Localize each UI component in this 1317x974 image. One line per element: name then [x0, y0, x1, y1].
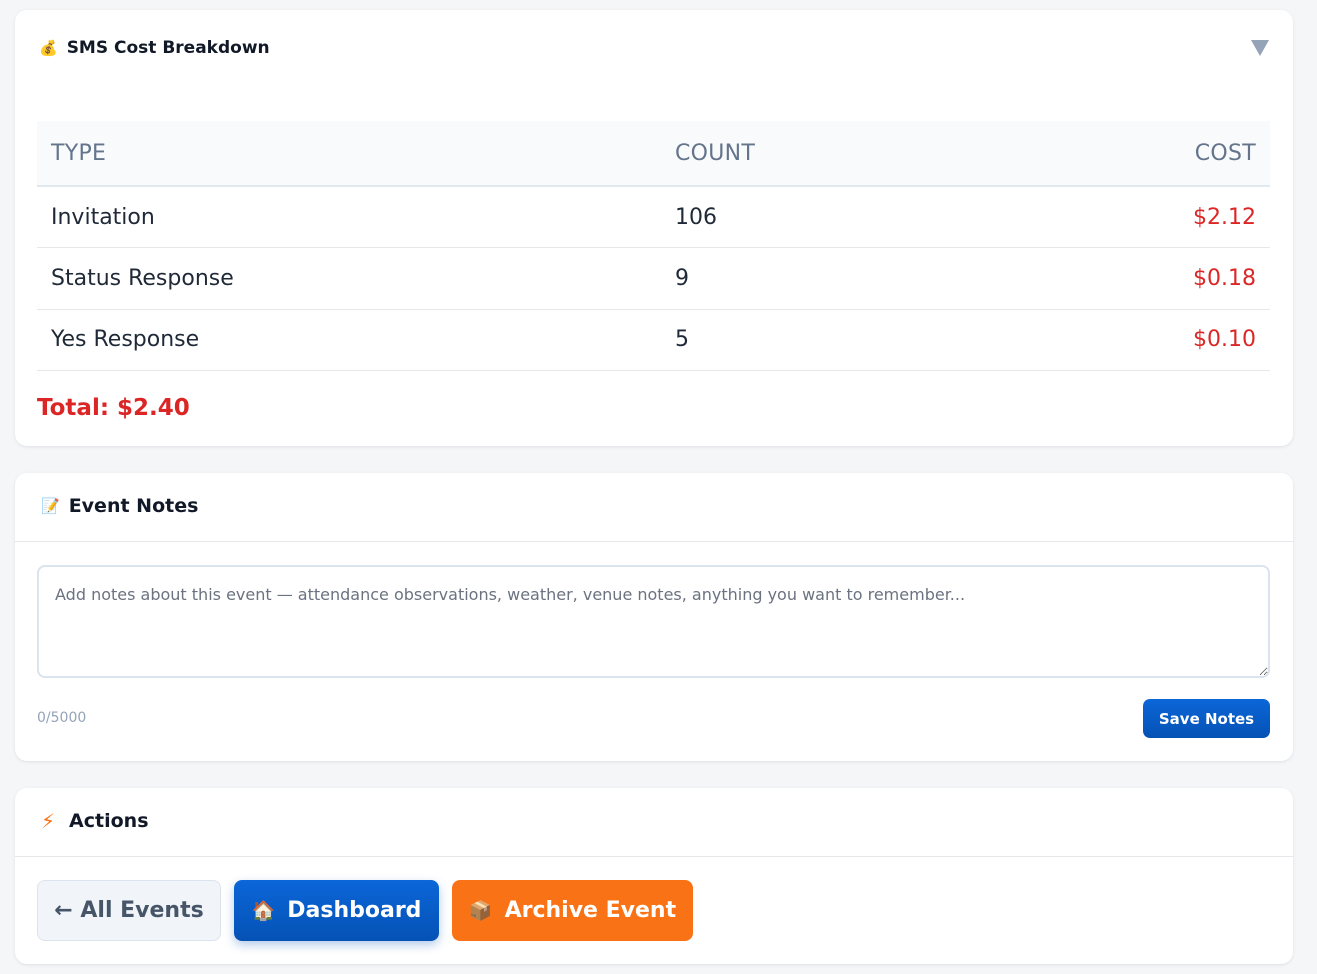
card-title: Event Notes: [68, 495, 199, 517]
all-events-button[interactable]: ← All Events: [37, 880, 221, 941]
cell-cost: $0.18: [977, 247, 1270, 310]
archive-event-label: Archive Event: [504, 898, 677, 923]
house-icon: 🏠: [251, 900, 276, 922]
card-title: SMS Cost Breakdown: [66, 38, 270, 58]
save-notes-button[interactable]: Save Notes: [1143, 699, 1270, 738]
archive-event-button[interactable]: 📦 Archive Event: [452, 880, 693, 941]
cell-count: 106: [675, 186, 978, 248]
table-row: Invitation 106 $2.12: [37, 186, 1270, 248]
money-bag-icon: 💰: [39, 38, 58, 57]
package-icon: 📦: [468, 900, 493, 922]
actions-card: ⚡ Actions ← All Events 🏠 Dashboard 📦 Arc…: [15, 788, 1293, 964]
divider: [15, 856, 1293, 857]
cell-count: 5: [675, 309, 978, 371]
all-events-label: ← All Events: [54, 898, 204, 923]
cell-count: 9: [675, 247, 978, 310]
total-cost: Total: $2.40: [37, 395, 190, 421]
chevron-down-icon[interactable]: [1251, 40, 1269, 56]
cost-table: TYPE COUNT COST Invitation 106 $2.12 Sta…: [37, 121, 1270, 371]
event-notes-card: 📝 Event Notes 0/5000 Save Notes: [15, 473, 1293, 761]
cell-type: Yes Response: [37, 309, 675, 371]
lightning-icon: ⚡: [41, 809, 56, 833]
table-row: Yes Response 5 $0.10: [37, 309, 1270, 371]
character-count: 0/5000: [37, 710, 87, 726]
dashboard-button[interactable]: 🏠 Dashboard: [234, 880, 439, 941]
cell-cost: $2.12: [977, 186, 1270, 248]
cell-type: Invitation: [37, 186, 675, 248]
divider: [15, 541, 1293, 542]
event-notes-header: 📝 Event Notes: [41, 495, 198, 517]
table-header-row: TYPE COUNT COST: [37, 121, 1270, 187]
card-title: Actions: [69, 810, 149, 832]
table-row: Status Response 9 $0.18: [37, 247, 1270, 310]
event-notes-textarea[interactable]: [37, 565, 1270, 678]
cell-type: Status Response: [37, 247, 675, 310]
actions-header: ⚡ Actions: [41, 810, 149, 832]
cell-cost: $0.10: [977, 309, 1270, 371]
memo-icon: 📝: [41, 496, 60, 515]
sms-cost-breakdown-card: 💰 SMS Cost Breakdown TYPE COUNT COST Inv…: [15, 10, 1293, 446]
column-header-count: COUNT: [675, 121, 978, 187]
sms-cost-breakdown-header[interactable]: 💰 SMS Cost Breakdown: [39, 38, 270, 58]
dashboard-label: Dashboard: [287, 898, 422, 923]
column-header-cost: COST: [977, 121, 1270, 187]
column-header-type: TYPE: [37, 121, 675, 187]
